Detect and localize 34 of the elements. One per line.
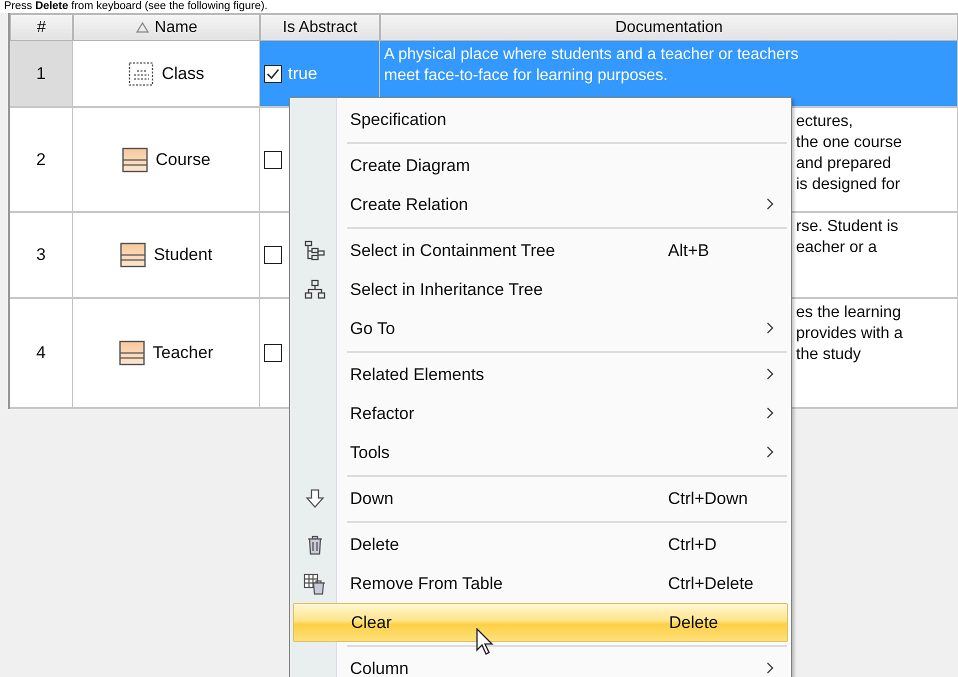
- column-header[interactable]: Name: [73, 13, 260, 41]
- mouse-pointer-icon: [476, 628, 496, 656]
- name-text: Course: [156, 150, 210, 170]
- row-number: 4: [10, 299, 73, 409]
- menu-item[interactable]: Tools: [293, 433, 788, 472]
- checkbox[interactable]: [264, 344, 282, 362]
- row-number: 3: [10, 213, 73, 299]
- name-text: Teacher: [152, 343, 214, 363]
- name-text: Class: [162, 64, 204, 84]
- dashed-class-icon: [128, 60, 154, 86]
- row-number: 2: [10, 108, 73, 213]
- value-text: true: [288, 64, 318, 84]
- down-arrow-icon: [304, 488, 324, 510]
- containment-tree-icon: [304, 240, 326, 262]
- column-header[interactable]: Documentation: [380, 13, 958, 41]
- class-icon: [122, 146, 148, 172]
- class-icon: [120, 242, 146, 268]
- menu-item[interactable]: Column: [293, 649, 788, 677]
- hierarchy-icon: [304, 278, 326, 300]
- sort-indicator-icon: [136, 22, 149, 33]
- remove-table-icon: [302, 572, 326, 596]
- instruction-text: Press Delete from keyboard (see the following figure).: [4, 0, 268, 13]
- row-number: 1: [10, 41, 73, 108]
- menu-item[interactable]: Delete Ctrl+D: [293, 525, 788, 564]
- name-text: Student: [154, 245, 212, 265]
- menu-item[interactable]: Remove From Table Ctrl+Delete: [293, 564, 788, 603]
- checkbox[interactable]: [264, 64, 282, 82]
- menu-item[interactable]: Down Ctrl+Down: [293, 479, 788, 518]
- checkbox[interactable]: [264, 150, 282, 168]
- column-header[interactable]: Is Abstract: [260, 13, 380, 41]
- class-icon: [118, 340, 145, 366]
- checkbox[interactable]: [264, 246, 282, 264]
- menu-item[interactable]: Clear Delete: [293, 603, 788, 642]
- column-header[interactable]: #: [10, 13, 73, 41]
